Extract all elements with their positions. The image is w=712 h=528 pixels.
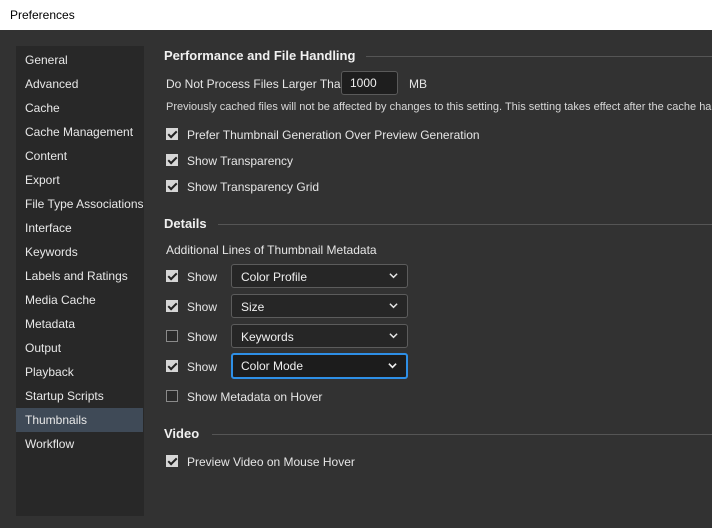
sidebar-item-thumbnails[interactable]: Thumbnails bbox=[16, 408, 143, 432]
sidebar-item-general[interactable]: General bbox=[16, 48, 143, 72]
video-divider bbox=[212, 434, 712, 435]
chevron-down-icon bbox=[389, 333, 398, 339]
sidebar-item-output[interactable]: Output bbox=[16, 336, 143, 360]
preferences-sidebar: General Advanced Cache Cache Management … bbox=[16, 46, 144, 516]
metadata-line-3-value: Keywords bbox=[241, 330, 294, 344]
show-transparency-grid-label: Show Transparency Grid bbox=[187, 180, 320, 194]
sidebar-item-workflow[interactable]: Workflow bbox=[16, 432, 143, 456]
metadata-line-4-select[interactable]: Color Mode bbox=[231, 353, 408, 379]
show-transparency-label: Show Transparency bbox=[187, 154, 294, 168]
details-heading: Details bbox=[164, 216, 207, 231]
window-title: Preferences bbox=[10, 8, 75, 22]
max-file-size-label: Do Not Process Files Larger Than bbox=[166, 77, 348, 91]
sidebar-item-playback[interactable]: Playback bbox=[16, 360, 143, 384]
sidebar-item-cache[interactable]: Cache bbox=[16, 96, 143, 120]
sidebar-item-export[interactable]: Export bbox=[16, 168, 143, 192]
show-transparency-checkbox[interactable] bbox=[166, 154, 178, 166]
show-transparency-grid-checkbox[interactable] bbox=[166, 180, 178, 192]
title-bar: Preferences bbox=[0, 0, 712, 30]
sidebar-item-metadata[interactable]: Metadata bbox=[16, 312, 143, 336]
show-metadata-hover-checkbox[interactable] bbox=[166, 390, 178, 402]
details-divider bbox=[218, 224, 712, 225]
metadata-line-2-value: Size bbox=[241, 300, 265, 314]
chevron-down-icon bbox=[388, 363, 397, 369]
chevron-down-icon bbox=[389, 273, 398, 279]
preview-video-hover-label: Preview Video on Mouse Hover bbox=[187, 455, 355, 469]
sidebar-item-interface[interactable]: Interface bbox=[16, 216, 143, 240]
metadata-line-1-value: Color Profile bbox=[241, 270, 308, 284]
metadata-line-2-show-label: Show bbox=[187, 300, 218, 314]
sidebar-item-labels-and-ratings[interactable]: Labels and Ratings bbox=[16, 264, 143, 288]
sidebar-item-file-type-associations[interactable]: File Type Associations bbox=[16, 192, 144, 216]
sidebar-item-advanced[interactable]: Advanced bbox=[16, 72, 143, 96]
max-file-size-unit: MB bbox=[409, 77, 427, 91]
sidebar-item-startup-scripts[interactable]: Startup Scripts bbox=[16, 384, 143, 408]
metadata-line-2-select[interactable]: Size bbox=[231, 294, 408, 318]
metadata-line-3-show-label: Show bbox=[187, 330, 218, 344]
metadata-lines-label: Additional Lines of Thumbnail Metadata bbox=[166, 243, 377, 257]
metadata-line-4-show-label: Show bbox=[187, 360, 218, 374]
prefer-thumbnail-label: Prefer Thumbnail Generation Over Preview… bbox=[187, 128, 480, 142]
prefer-thumbnail-checkbox[interactable] bbox=[166, 128, 178, 140]
performance-heading: Performance and File Handling bbox=[164, 48, 356, 63]
sidebar-item-media-cache[interactable]: Media Cache bbox=[16, 288, 143, 312]
metadata-line-3-select[interactable]: Keywords bbox=[231, 324, 408, 348]
video-heading: Video bbox=[164, 426, 200, 441]
chevron-down-icon bbox=[389, 303, 398, 309]
metadata-line-4-checkbox[interactable] bbox=[166, 360, 178, 372]
sidebar-item-content[interactable]: Content bbox=[16, 144, 143, 168]
cache-note: Previously cached files will not be affe… bbox=[166, 101, 712, 113]
preview-video-hover-checkbox[interactable] bbox=[166, 455, 178, 467]
metadata-line-1-show-label: Show bbox=[187, 270, 218, 284]
sidebar-item-keywords[interactable]: Keywords bbox=[16, 240, 143, 264]
performance-divider bbox=[366, 56, 712, 57]
metadata-line-1-select[interactable]: Color Profile bbox=[231, 264, 408, 288]
show-metadata-hover-label: Show Metadata on Hover bbox=[187, 390, 323, 404]
metadata-line-3-checkbox[interactable] bbox=[166, 330, 178, 342]
metadata-line-2-checkbox[interactable] bbox=[166, 300, 178, 312]
sidebar-item-cache-management[interactable]: Cache Management bbox=[16, 120, 143, 144]
max-file-size-input[interactable] bbox=[341, 71, 398, 95]
metadata-line-4-value: Color Mode bbox=[241, 359, 304, 373]
metadata-line-1-checkbox[interactable] bbox=[166, 270, 178, 282]
